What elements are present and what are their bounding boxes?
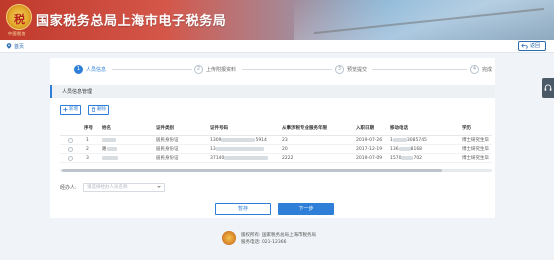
table-header: 序号 姓名 证件类别 证件号码 从事涉税专业服务年限 入职日期 移动电话 学历	[60, 122, 492, 136]
step-label: 完成	[482, 67, 493, 73]
cell-name	[102, 136, 116, 145]
cell-edu: 博士研究生毕	[462, 138, 489, 143]
col-header: 证件类别	[156, 126, 174, 131]
cell-name	[102, 154, 118, 163]
step-number: 4	[470, 65, 479, 74]
cell-hire-date: 2017-12-19	[356, 147, 383, 152]
agent-label: 经办人:	[60, 185, 77, 191]
col-header: 序号	[84, 126, 93, 131]
return-label: 返回	[530, 43, 541, 49]
personnel-table: 序号 姓名 证件类别 证件号码 从事涉税专业服务年限 入职日期 移动电话 学历 …	[60, 122, 492, 172]
online-service-button[interactable]	[542, 78, 554, 98]
row-radio[interactable]	[68, 138, 73, 143]
col-header: 学历	[462, 126, 471, 131]
row-radio[interactable]	[68, 156, 73, 161]
col-header: 姓名	[102, 126, 111, 131]
tax-logo-icon	[6, 4, 32, 30]
headset-icon	[544, 84, 552, 91]
cell-id-no: 1309 5914	[210, 137, 267, 143]
cell-id-no: 13	[210, 145, 264, 154]
col-header: 移动电话	[390, 126, 408, 131]
table-row[interactable]: 2 路 居民身份证 13 20 2017-12-19 136 8168 博士研究生…	[60, 145, 492, 154]
step-number: 2	[194, 65, 203, 74]
breadcrumb-home-link[interactable]: 首页	[14, 43, 24, 50]
step-number: 1	[74, 65, 83, 74]
row-radio[interactable]	[68, 147, 73, 152]
site-title: 国家税务总局上海市电子税务局	[36, 14, 227, 29]
main-card: 1 人员信息 2 上传附报资料 3 预览提交 4 完成 人员信息管理 新增 删除…	[50, 58, 495, 218]
delete-label: 删除	[97, 107, 106, 112]
cell-hire-date: 2019-07-09	[356, 156, 383, 161]
cell-phone: 1 3085745	[390, 137, 427, 143]
step-connector	[242, 69, 332, 70]
cell-phone: 136 8168	[390, 146, 423, 152]
footer-copyright: 版权所有: 国家税务总局上海市税务局	[241, 233, 316, 238]
cell-id-type: 居民身份证	[156, 156, 179, 161]
delete-button[interactable]: 删除	[88, 105, 109, 115]
next-step-button[interactable]: 下一步	[278, 203, 334, 215]
add-button[interactable]: 新增	[60, 105, 81, 115]
chevron-down-icon	[157, 186, 161, 188]
agent-placeholder: 请选择经办人员名称	[87, 185, 128, 190]
step-label: 人员信息	[86, 67, 107, 73]
col-header: 入职日期	[356, 126, 374, 131]
cell-id-type: 居民身份证	[156, 147, 179, 152]
trash-icon	[91, 107, 96, 112]
cell-no: 3	[86, 156, 89, 161]
footer-logo-icon	[222, 231, 236, 245]
agent-select[interactable]: 请选择经办人员名称	[83, 183, 165, 192]
page-footer: 版权所有: 国家税务总局上海市税务局 服务电话: 021-12366	[0, 225, 554, 260]
cell-years: 20	[282, 147, 288, 152]
return-button[interactable]: 返回	[518, 41, 546, 51]
cell-years: 23	[282, 138, 288, 143]
location-pin-icon	[6, 43, 12, 49]
cell-edu: 博士研究生毕	[462, 147, 489, 152]
cell-edu: 博士研究生毕	[462, 156, 489, 161]
plus-icon	[63, 107, 68, 112]
section-title: 人员信息管理	[62, 89, 93, 95]
cell-hire-date: 2019-07-26	[356, 138, 383, 143]
cell-phone: 1570 702	[390, 155, 423, 161]
step-connector	[372, 69, 467, 70]
step-connector	[112, 69, 192, 70]
return-arrow-icon	[521, 43, 528, 49]
cell-id-type: 居民身份证	[156, 138, 179, 143]
progress-stepper: 1 人员信息 2 上传附报资料 3 预览提交 4 完成	[50, 58, 495, 80]
table-row[interactable]: 1 居民身份证 1309 5914 23 2019-07-26 1 3085745 …	[60, 136, 492, 145]
add-label: 新增	[69, 107, 78, 112]
section-header: 人员信息管理	[50, 85, 495, 98]
scrollbar-thumb[interactable]	[62, 169, 442, 172]
site-banner: 中国税务 国家税务总局上海市电子税务局	[0, 0, 554, 40]
cell-id-no: 37140	[210, 154, 269, 163]
table-row[interactable]: 3 居民身份证 37140 2222 2019-07-09 1570 702 博士…	[60, 154, 492, 163]
save-draft-button[interactable]: 暂存	[215, 203, 271, 215]
cell-years: 2222	[282, 156, 294, 161]
cell-name: 路	[102, 145, 117, 154]
col-header: 证件号码	[210, 126, 228, 131]
horizontal-scrollbar[interactable]	[60, 169, 492, 172]
logo-caption: 中国税务	[8, 31, 26, 36]
footer-phone: 服务电话: 021-12366	[241, 240, 287, 245]
step-label: 预览提交	[347, 67, 368, 73]
step-number: 3	[335, 65, 344, 74]
col-header: 从事涉税专业服务年限	[282, 126, 327, 131]
breadcrumb-bar: 首页 返回	[0, 40, 554, 53]
cell-no: 1	[86, 138, 89, 143]
cell-no: 2	[86, 147, 89, 152]
step-label: 上传附报资料	[206, 67, 237, 73]
